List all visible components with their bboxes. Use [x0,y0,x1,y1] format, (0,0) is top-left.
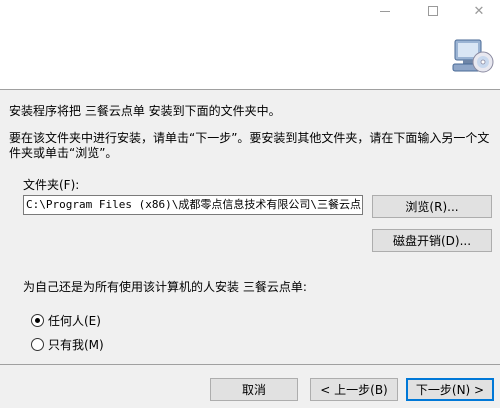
title-bar: ✕ [0,0,500,22]
radio-button-checked[interactable] [31,314,44,327]
radio-just-me-label: 只有我(M) [48,338,104,352]
instruction-line-1: 安装程序将把 三餐云点单 安装到下面的文件夹中。 [9,104,281,118]
radio-button-unchecked[interactable] [31,338,44,351]
radio-everyone[interactable]: 任何人(E) [31,312,101,329]
maximize-button[interactable] [410,0,456,22]
back-button[interactable]: < 上一步(B) [310,378,398,401]
folder-label: 文件夹(F): [23,178,80,192]
radio-just-me[interactable]: 只有我(M) [31,336,104,353]
instruction-line-2: 要在该文件夹中进行安装，请单击“下一步”。要安装到其他文件夹，请在下面输入另一个… [9,131,490,160]
minimize-icon [380,10,390,12]
close-icon: ✕ [473,3,485,19]
maximize-icon [428,6,438,16]
close-button[interactable]: ✕ [456,0,500,22]
next-button[interactable]: 下一步(N) > [406,378,494,401]
installer-computer-cd-icon [452,39,494,73]
footer-divider [0,364,500,365]
cancel-button[interactable]: 取消 [210,378,298,401]
minimize-button[interactable] [362,0,408,22]
header-banner [0,22,500,90]
install-scope-label: 为自己还是为所有使用该计算机的人安装 三餐云点单: [23,280,307,294]
disk-cost-button[interactable]: 磁盘开销(D)... [372,229,492,252]
radio-everyone-label: 任何人(E) [48,314,101,328]
browse-button[interactable]: 浏览(R)... [372,195,492,218]
folder-path-input[interactable]: C:\Program Files (x86)\成都零点信息技术有限公司\三餐云点 [23,195,363,215]
